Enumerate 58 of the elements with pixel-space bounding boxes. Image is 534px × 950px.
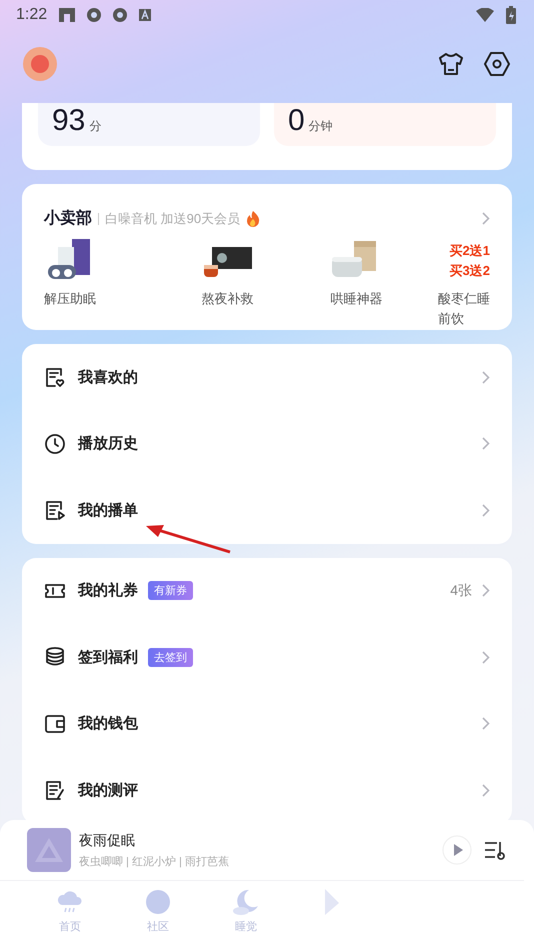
- menu-label[interactable]: 签到福利: [78, 648, 138, 667]
- avatar[interactable]: [23, 46, 57, 80]
- note-pen-icon: [44, 779, 66, 802]
- stat-tile[interactable]: 93 分: [38, 103, 260, 146]
- menu-tag: 有新券: [148, 581, 193, 600]
- chevron-icon[interactable]: [482, 784, 490, 797]
- stat-value: 0: [288, 103, 305, 139]
- menu-label[interactable]: 我喜欢的: [78, 368, 138, 387]
- chevron-icon[interactable]: [482, 650, 490, 664]
- product-label[interactable]: 酸枣仁睡前饮: [438, 289, 490, 329]
- status-time: 1:22: [16, 6, 48, 24]
- tab-label: 社区: [147, 920, 169, 934]
- shirt-icon[interactable]: [438, 50, 464, 76]
- menu-label[interactable]: 播放历史: [78, 434, 138, 454]
- list-play-icon: [44, 499, 66, 522]
- aperture-icon: [87, 8, 102, 22]
- play-button[interactable]: [442, 835, 472, 865]
- promo-text: 买2送1: [450, 242, 490, 260]
- keyboard-icon: [139, 9, 152, 21]
- track-subtitle: 夜虫唧唧 | 红泥小炉 | 雨打芭蕉: [79, 854, 229, 868]
- menu-label[interactable]: 我的测评: [78, 780, 138, 800]
- chevron-icon[interactable]: [482, 212, 490, 225]
- moon-cloud-icon[interactable]: [231, 887, 261, 917]
- wifi-icon: [476, 8, 494, 22]
- planet-icon[interactable]: [143, 887, 173, 917]
- product-label[interactable]: 熬夜补救: [202, 289, 254, 309]
- clock-icon: [44, 432, 66, 455]
- menu-label[interactable]: 我的礼券: [78, 581, 138, 600]
- chevron-icon[interactable]: [482, 584, 490, 598]
- tab-label: 首页: [59, 920, 81, 934]
- menu-label[interactable]: 我的钱包: [78, 714, 138, 734]
- track-title: 夜雨促眠: [79, 832, 136, 850]
- chevron-icon[interactable]: [482, 370, 490, 384]
- list-heart-icon: [44, 366, 66, 388]
- product-label[interactable]: 哄睡神器: [330, 289, 382, 309]
- shop-title: 小卖部: [44, 208, 92, 229]
- menu-label[interactable]: 我的播单: [78, 500, 138, 520]
- flame-icon: [246, 210, 260, 226]
- stat-unit: 分钟: [308, 118, 333, 135]
- wallet-icon: [44, 712, 66, 735]
- battery-icon: [506, 6, 516, 24]
- product-label[interactable]: 解压助眠: [44, 289, 96, 309]
- settings-icon[interactable]: [484, 50, 510, 76]
- game-icon: [59, 8, 76, 22]
- stat-tile[interactable]: 0 分钟: [274, 103, 496, 146]
- playlist-icon[interactable]: [484, 840, 506, 860]
- chevron-icon[interactable]: [482, 717, 490, 730]
- chevron-icon[interactable]: [482, 504, 490, 517]
- tab-label: 睡觉: [235, 920, 257, 934]
- stat-value: 93: [52, 103, 86, 139]
- menu-tag: 去签到: [148, 648, 193, 667]
- aperture-icon: [113, 8, 128, 22]
- shop-subtitle: 白噪音机 加送90天会员: [105, 210, 240, 228]
- stat-unit: 分: [89, 118, 102, 135]
- menu-value: 4张: [450, 582, 472, 600]
- chevron-icon[interactable]: [482, 437, 490, 450]
- promo-text: 买3送2: [450, 262, 490, 280]
- coins-icon: [44, 646, 66, 668]
